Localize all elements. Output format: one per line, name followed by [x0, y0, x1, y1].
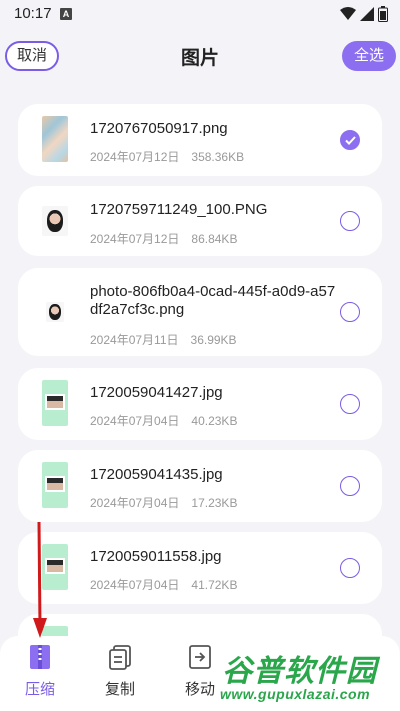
- file-item[interactable]: 1720059011558.jpg 2024年07月04日 41.72KB: [18, 532, 382, 604]
- file-size: 40.23KB: [191, 414, 238, 428]
- file-date: 2024年07月04日: [90, 578, 180, 592]
- image-thumbnail: [42, 462, 68, 508]
- image-thumbnail: [42, 380, 68, 426]
- file-size: 358.36KB: [191, 150, 245, 164]
- file-item[interactable]: 1720759711249_100.PNG 2024年07月12日 86.84KB: [18, 186, 382, 256]
- checkbox-icon[interactable]: [340, 211, 360, 231]
- image-thumbnail: [42, 116, 68, 162]
- zip-icon: [30, 645, 50, 669]
- file-name: 1720767050917.png: [90, 120, 228, 137]
- status-icons: [340, 6, 388, 22]
- tab-label: 压缩: [24, 681, 55, 698]
- checkbox-icon[interactable]: [340, 394, 360, 414]
- status-bar: 10:17 A: [0, 0, 400, 28]
- copy-icon: [109, 645, 131, 670]
- file-meta: 2024年07月12日 358.36KB: [90, 148, 244, 165]
- battery-icon: [378, 6, 388, 22]
- header: 取消 图片 全选: [0, 28, 400, 84]
- file-name: photo-806fb0a4-0cad-445f-a0d9-a57df2a7cf…: [90, 283, 336, 318]
- watermark-logo: 谷普软件园 www.gupuxlazai.com: [218, 646, 394, 708]
- file-item[interactable]: photo-806fb0a4-0cad-445f-a0d9-a57df2a7cf…: [18, 268, 382, 356]
- file-list: 1720767050917.png 2024年07月12日 358.36KB 17…: [0, 92, 400, 640]
- signal-icon: [360, 7, 374, 21]
- image-thumbnail: [46, 302, 64, 322]
- file-date: 2024年07月04日: [90, 496, 180, 510]
- file-size: 17.23KB: [191, 496, 238, 510]
- checkbox-icon[interactable]: [340, 302, 360, 322]
- file-size: 41.72KB: [191, 578, 238, 592]
- checkbox-icon[interactable]: [340, 558, 360, 578]
- file-size: 86.84KB: [191, 232, 238, 246]
- select-all-button[interactable]: 全选: [342, 41, 396, 71]
- notification-icon: A: [60, 8, 72, 20]
- watermark-name: 谷普软件园: [222, 655, 377, 688]
- tab-label: 复制: [104, 681, 135, 698]
- file-date: 2024年07月12日: [90, 232, 180, 246]
- file-meta: 2024年07月04日 41.72KB: [90, 576, 237, 593]
- file-date: 2024年07月11日: [90, 333, 179, 347]
- file-name: 1720059041435.jpg: [90, 466, 223, 483]
- file-item[interactable]: 1720059041427.jpg 2024年07月04日 40.23KB: [18, 368, 382, 440]
- page-title: 图片: [180, 48, 219, 69]
- file-date: 2024年07月04日: [90, 414, 180, 428]
- file-meta: 2024年07月04日 17.23KB: [90, 494, 237, 511]
- compress-tab[interactable]: 压缩: [10, 644, 70, 699]
- copy-tab[interactable]: 复制: [90, 644, 150, 699]
- checkbox-icon[interactable]: [340, 476, 360, 496]
- move-icon: [189, 645, 211, 669]
- file-name: 1720059011558.jpg: [90, 548, 222, 565]
- annotation-arrow-icon: [33, 521, 47, 638]
- file-date: 2024年07月12日: [90, 150, 180, 164]
- file-meta: 2024年07月11日 36.99KB: [90, 331, 237, 348]
- file-meta: 2024年07月04日 40.23KB: [90, 412, 237, 429]
- checkbox-checked-icon[interactable]: [340, 130, 360, 150]
- image-thumbnail: [42, 206, 68, 236]
- file-item[interactable]: 1720059041435.jpg 2024年07月04日 17.23KB: [18, 450, 382, 522]
- file-item[interactable]: 1720767050917.png 2024年07月12日 358.36KB: [18, 104, 382, 176]
- status-time: 10:17: [14, 5, 52, 22]
- file-name: 1720759711249_100.PNG: [90, 201, 268, 218]
- file-name: 1720059041427.jpg: [90, 384, 223, 401]
- watermark-url: www.gupuxlazai.com: [220, 686, 371, 702]
- file-size: 36.99KB: [190, 333, 237, 347]
- file-meta: 2024年07月12日 86.84KB: [90, 230, 237, 247]
- wifi-icon: [340, 7, 356, 20]
